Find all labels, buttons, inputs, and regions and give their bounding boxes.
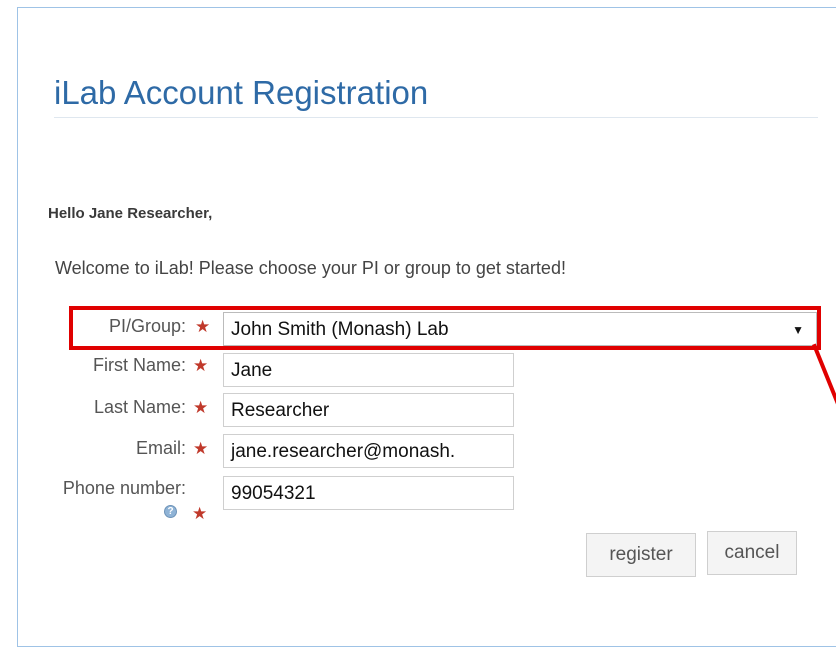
help-icon[interactable]: ? bbox=[164, 505, 177, 518]
pi-group-highlight-box bbox=[69, 306, 821, 350]
required-star-icon: ★ bbox=[192, 504, 208, 523]
phone-label: Phone number: bbox=[62, 478, 186, 498]
required-star-icon: ★ bbox=[193, 439, 209, 458]
cancel-button[interactable]: cancel bbox=[707, 531, 797, 575]
email-label: Email: bbox=[135, 438, 186, 458]
greeting-text: Hello Jane Researcher, bbox=[48, 205, 213, 222]
required-star-icon: ★ bbox=[193, 398, 209, 417]
last-name-label: Last Name: bbox=[93, 397, 186, 417]
first-name-label: First Name: bbox=[92, 355, 186, 375]
first-name-field[interactable]: Jane bbox=[223, 353, 514, 387]
last-name-field[interactable]: Researcher bbox=[223, 393, 514, 427]
phone-field[interactable]: 99054321 bbox=[223, 476, 514, 510]
required-star-icon: ★ bbox=[193, 356, 209, 375]
page-title: iLab Account Registration bbox=[54, 74, 429, 111]
register-button[interactable]: register bbox=[586, 533, 696, 577]
welcome-text: Welcome to iLab! Please choose your PI o… bbox=[55, 258, 566, 278]
email-field[interactable]: jane.researcher@monash. bbox=[223, 434, 514, 468]
title-divider bbox=[54, 117, 818, 118]
